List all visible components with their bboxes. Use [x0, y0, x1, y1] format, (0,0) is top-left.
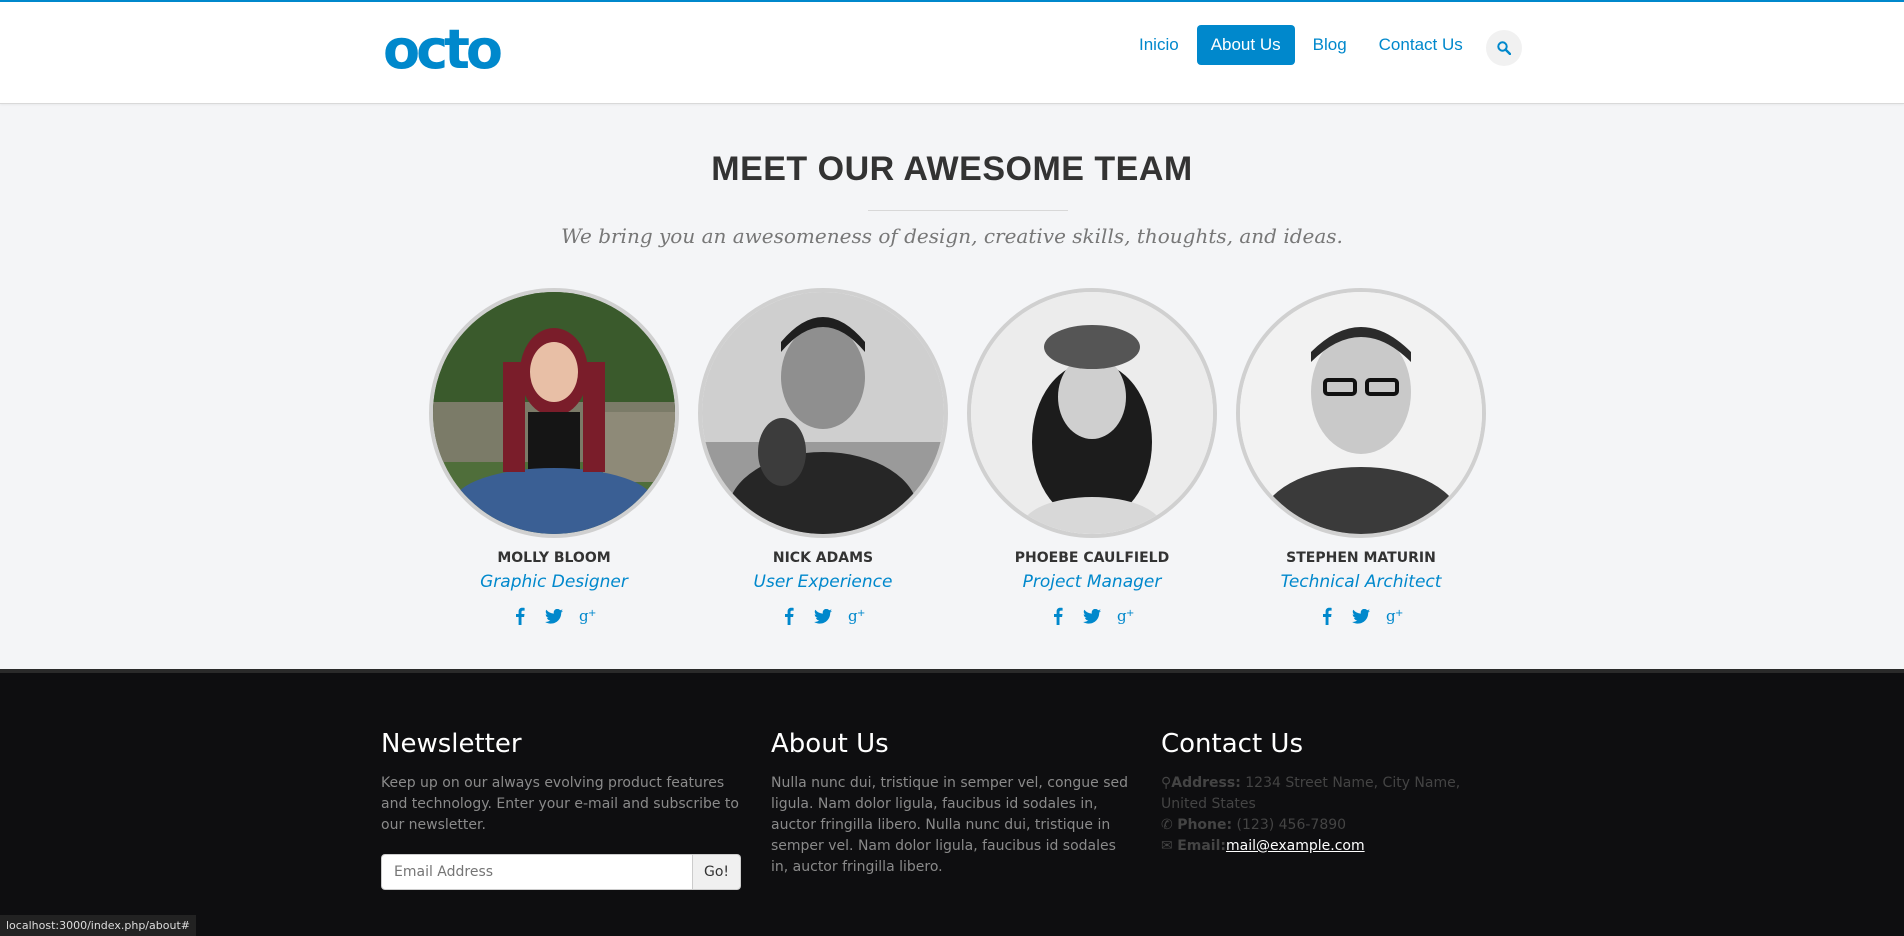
member-role: Project Manager	[1022, 572, 1162, 592]
phone-icon: ✆	[1161, 817, 1173, 833]
team-member-card: STEPHEN MATURIN Technical Architect g +	[1236, 288, 1486, 626]
google-plus-icon[interactable]: g +	[848, 606, 866, 626]
team-subtitle: We bring you an awesomeness of design, c…	[561, 224, 1343, 248]
site-footer: Newsletter Keep up on our always evolvin…	[0, 669, 1904, 936]
svg-text:+: +	[857, 608, 865, 619]
search-icon	[1497, 41, 1511, 55]
twitter-icon[interactable]	[1083, 606, 1101, 626]
footer-contact: Contact Us ⚲Address: 1234 Street Name, C…	[1161, 729, 1501, 857]
svg-text:+: +	[1395, 608, 1403, 619]
email-link[interactable]: mail@example.com	[1226, 838, 1365, 854]
member-photo	[698, 288, 948, 538]
google-plus-icon[interactable]: g +	[1117, 606, 1135, 626]
member-role: Graphic Designer	[480, 572, 628, 592]
title-divider	[868, 210, 1068, 211]
search-button[interactable]	[1486, 30, 1522, 66]
footer-newsletter: Newsletter Keep up on our always evolvin…	[381, 729, 741, 836]
team-member-card: NICK ADAMS User Experience g +	[698, 288, 948, 626]
nav-inicio[interactable]: Inicio	[1125, 25, 1193, 65]
team-member-card: PHOEBE CAULFIELD Project Manager g +	[967, 288, 1217, 626]
member-photo	[1236, 288, 1486, 538]
member-name: STEPHEN MATURIN	[1286, 550, 1436, 566]
google-plus-icon[interactable]: g +	[1386, 606, 1404, 626]
about-text: Nulla nunc dui, tristique in semper vel,…	[771, 775, 1129, 875]
map-marker-icon: ⚲	[1161, 775, 1172, 791]
member-social-links: g +	[698, 606, 948, 626]
contact-phone: ✆ Phone: (123) 456-7890	[1161, 817, 1347, 833]
team-member-card: MOLLY BLOOM Graphic Designer g +	[429, 288, 679, 626]
contact-title: Contact Us	[1161, 729, 1303, 759]
member-social-links: g +	[967, 606, 1217, 626]
browser-status-bar: localhost:3000/index.php/about#	[0, 915, 196, 936]
member-photo	[429, 288, 679, 538]
svg-text:+: +	[588, 608, 596, 619]
contact-email: ✉ Email:mail@example.com	[1161, 838, 1365, 854]
nav-contact-us[interactable]: Contact Us	[1365, 25, 1477, 65]
facebook-icon[interactable]	[1049, 606, 1067, 626]
svg-text:+: +	[1126, 608, 1134, 619]
svg-text:octo: octo	[383, 24, 501, 76]
facebook-icon[interactable]	[511, 606, 529, 626]
facebook-icon[interactable]	[1318, 606, 1336, 626]
newsletter-form: Go!	[381, 854, 741, 890]
member-role: Technical Architect	[1280, 572, 1442, 592]
member-photo	[967, 288, 1217, 538]
member-social-links: g +	[1236, 606, 1486, 626]
envelope-icon: ✉	[1161, 838, 1173, 854]
contact-address: ⚲Address: 1234 Street Name, City Name, U…	[1161, 775, 1461, 812]
site-header: octo Inicio About Us Blog Contact Us	[0, 0, 1904, 104]
twitter-icon[interactable]	[814, 606, 832, 626]
member-role: User Experience	[753, 572, 893, 592]
newsletter-title: Newsletter	[381, 729, 522, 759]
member-social-links: g +	[429, 606, 679, 626]
footer-about: About Us Nulla nunc dui, tristique in se…	[771, 729, 1131, 878]
email-input[interactable]	[381, 854, 693, 890]
member-name: PHOEBE CAULFIELD	[1014, 550, 1170, 566]
google-plus-icon[interactable]: g +	[579, 606, 597, 626]
nav-about-us[interactable]: About Us	[1196, 25, 1295, 65]
twitter-icon[interactable]	[1352, 606, 1370, 626]
twitter-icon[interactable]	[545, 606, 563, 626]
member-name: NICK ADAMS	[772, 550, 874, 566]
member-name: MOLLY BLOOM	[497, 550, 611, 566]
facebook-icon[interactable]	[780, 606, 798, 626]
newsletter-text: Keep up on our always evolving product f…	[381, 775, 739, 833]
main-nav: Inicio About Us Blog Contact Us	[1125, 25, 1481, 65]
logo[interactable]: octo	[383, 18, 509, 81]
nav-blog[interactable]: Blog	[1299, 25, 1361, 65]
subscribe-button[interactable]: Go!	[693, 854, 741, 890]
about-title: About Us	[771, 729, 889, 759]
team-title: MEET OUR AWESOME TEAM	[711, 150, 1193, 188]
